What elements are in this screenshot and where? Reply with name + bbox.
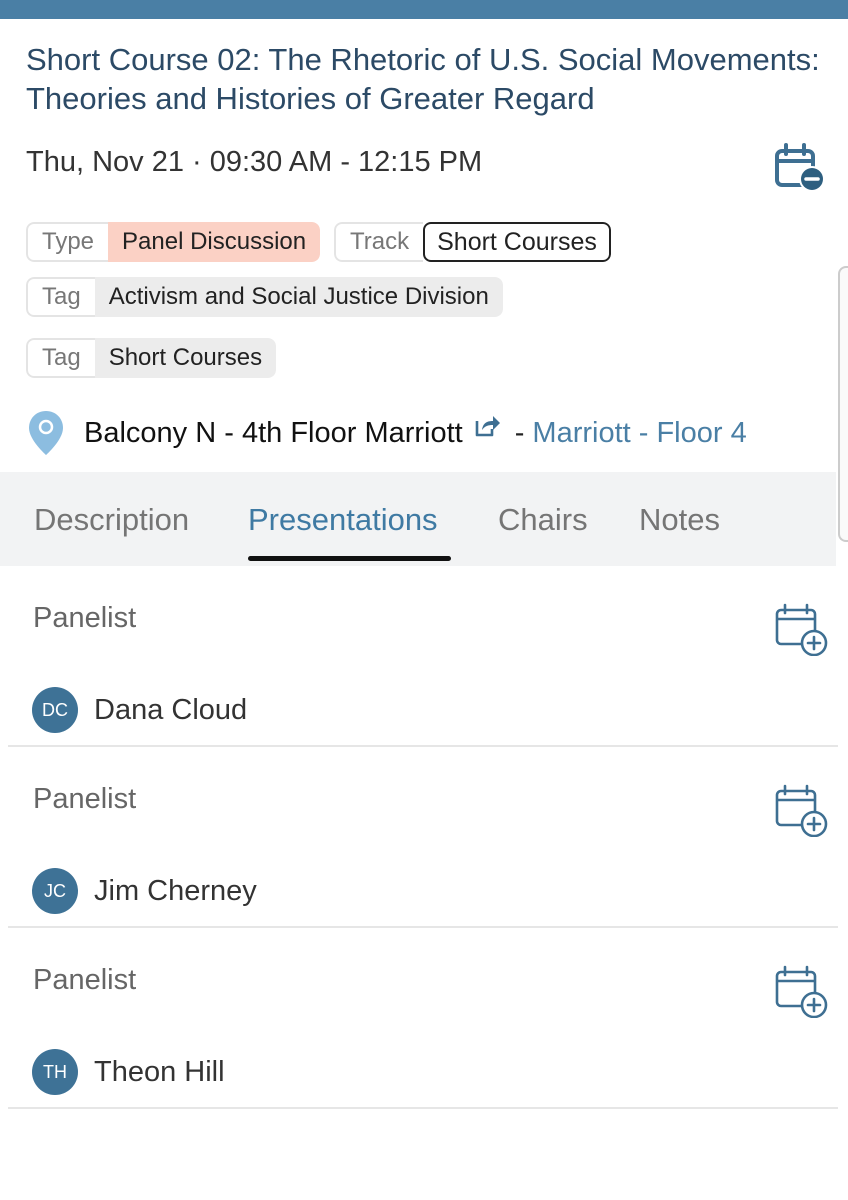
type-chip-key: Type	[26, 222, 109, 262]
top-accent-bar	[0, 0, 848, 19]
tab-chairs[interactable]: Chairs	[498, 502, 588, 538]
tag-chip: Tag Short Courses	[26, 338, 277, 378]
avatar: TH	[32, 1049, 78, 1095]
tag-chip-value: Short Courses	[94, 338, 277, 378]
external-link-icon[interactable]	[473, 412, 501, 440]
tabs-bar: Description Presentations Chairs Notes	[0, 472, 836, 566]
avatar: DC	[32, 687, 78, 733]
panelist-name[interactable]: Jim Cherney	[94, 875, 257, 908]
calendar-add-icon[interactable]	[774, 783, 828, 837]
type-chip-value: Panel Discussion	[108, 222, 321, 262]
panel-role: Panelist	[33, 783, 137, 815]
tag-chip: Tag Activism and Social Justice Division	[26, 277, 503, 317]
presentation-item: Panelist JC Jim Cherney	[8, 747, 838, 928]
calendar-add-icon[interactable]	[774, 964, 828, 1018]
tag-chip-key: Tag	[26, 338, 95, 378]
tag-chip-value: Activism and Social Justice Division	[94, 277, 503, 317]
location-pin-icon	[29, 411, 63, 455]
track-chip[interactable]: Track Short Courses	[334, 222, 611, 262]
presentation-item: Panelist DC Dana Cloud	[8, 566, 838, 747]
session-datetime: Thu, Nov 21 · 09:30 AM - 12:15 PM	[26, 146, 483, 178]
tag-chip-key: Tag	[26, 277, 95, 317]
session-title: Short Course 02: The Rhetoric of U.S. So…	[26, 42, 820, 116]
presentation-item: Panelist TH Theon Hill	[8, 928, 838, 1109]
calendar-remove-icon[interactable]	[774, 142, 826, 194]
location-room: Balcony N - 4th Floor Marriott	[84, 416, 463, 449]
location-row: Balcony N - 4th Floor Marriott - Marriot…	[26, 408, 747, 458]
track-chip-value[interactable]: Short Courses	[423, 222, 611, 262]
tab-notes[interactable]: Notes	[639, 502, 720, 538]
tab-presentations[interactable]: Presentations	[248, 502, 438, 538]
location-separator: -	[514, 416, 525, 449]
track-chip-key: Track	[334, 222, 424, 262]
tab-description[interactable]: Description	[34, 502, 189, 538]
calendar-add-icon[interactable]	[774, 602, 828, 656]
panel-role: Panelist	[33, 964, 137, 996]
scrollbar[interactable]	[838, 266, 848, 542]
panel-role: Panelist	[33, 602, 137, 634]
panelist-name[interactable]: Dana Cloud	[94, 694, 247, 727]
type-chip: Type Panel Discussion	[26, 222, 321, 262]
active-tab-indicator	[248, 556, 451, 561]
venue-link[interactable]: Marriott - Floor 4	[532, 417, 746, 450]
avatar: JC	[32, 868, 78, 914]
panelist-name[interactable]: Theon Hill	[94, 1056, 225, 1089]
